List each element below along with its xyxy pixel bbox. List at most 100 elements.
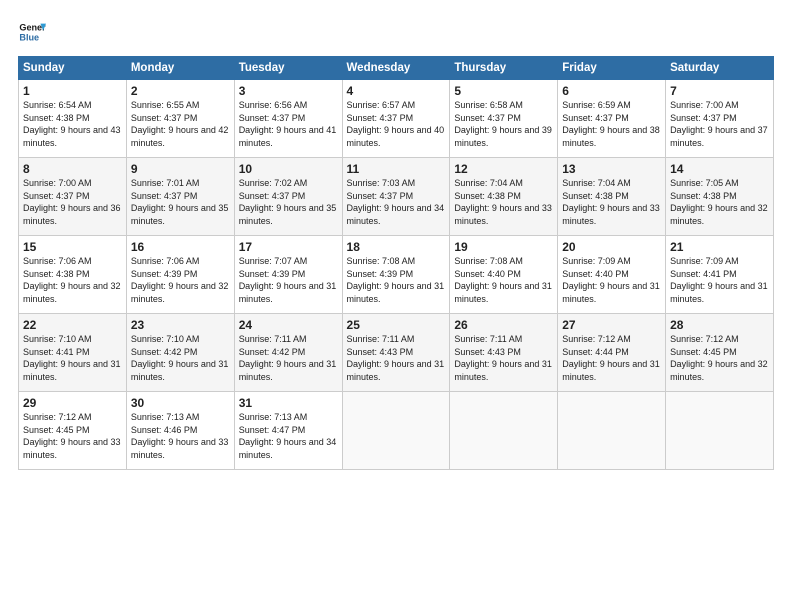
day-number: 13 bbox=[562, 162, 661, 176]
day-number: 27 bbox=[562, 318, 661, 332]
cell-info: Sunrise: 7:13 AMSunset: 4:46 PMDaylight:… bbox=[131, 411, 230, 461]
day-number: 25 bbox=[347, 318, 446, 332]
day-number: 2 bbox=[131, 84, 230, 98]
calendar-body: 1Sunrise: 6:54 AMSunset: 4:38 PMDaylight… bbox=[19, 80, 774, 470]
cell-info: Sunrise: 7:13 AMSunset: 4:47 PMDaylight:… bbox=[239, 411, 338, 461]
calendar-cell: 14Sunrise: 7:05 AMSunset: 4:38 PMDayligh… bbox=[666, 158, 774, 236]
calendar-cell: 15Sunrise: 7:06 AMSunset: 4:38 PMDayligh… bbox=[19, 236, 127, 314]
cell-info: Sunrise: 7:04 AMSunset: 4:38 PMDaylight:… bbox=[454, 177, 553, 227]
cell-info: Sunrise: 7:09 AMSunset: 4:41 PMDaylight:… bbox=[670, 255, 769, 305]
calendar-row-4: 22Sunrise: 7:10 AMSunset: 4:41 PMDayligh… bbox=[19, 314, 774, 392]
cell-info: Sunrise: 7:12 AMSunset: 4:44 PMDaylight:… bbox=[562, 333, 661, 383]
day-number: 22 bbox=[23, 318, 122, 332]
calendar-header-row: SundayMondayTuesdayWednesdayThursdayFrid… bbox=[19, 57, 774, 80]
day-number: 16 bbox=[131, 240, 230, 254]
calendar-cell: 13Sunrise: 7:04 AMSunset: 4:38 PMDayligh… bbox=[558, 158, 666, 236]
day-number: 21 bbox=[670, 240, 769, 254]
day-number: 8 bbox=[23, 162, 122, 176]
calendar-cell: 23Sunrise: 7:10 AMSunset: 4:42 PMDayligh… bbox=[126, 314, 234, 392]
cell-info: Sunrise: 7:01 AMSunset: 4:37 PMDaylight:… bbox=[131, 177, 230, 227]
calendar-cell: 4Sunrise: 6:57 AMSunset: 4:37 PMDaylight… bbox=[342, 80, 450, 158]
cell-info: Sunrise: 7:04 AMSunset: 4:38 PMDaylight:… bbox=[562, 177, 661, 227]
cell-info: Sunrise: 7:09 AMSunset: 4:40 PMDaylight:… bbox=[562, 255, 661, 305]
cell-info: Sunrise: 6:58 AMSunset: 4:37 PMDaylight:… bbox=[454, 99, 553, 149]
header-tuesday: Tuesday bbox=[234, 57, 342, 80]
page-header: General Blue bbox=[18, 18, 774, 46]
cell-info: Sunrise: 7:10 AMSunset: 4:42 PMDaylight:… bbox=[131, 333, 230, 383]
day-number: 20 bbox=[562, 240, 661, 254]
calendar-cell: 11Sunrise: 7:03 AMSunset: 4:37 PMDayligh… bbox=[342, 158, 450, 236]
calendar-cell: 28Sunrise: 7:12 AMSunset: 4:45 PMDayligh… bbox=[666, 314, 774, 392]
calendar-cell bbox=[342, 392, 450, 470]
calendar-row-1: 1Sunrise: 6:54 AMSunset: 4:38 PMDaylight… bbox=[19, 80, 774, 158]
calendar-row-5: 29Sunrise: 7:12 AMSunset: 4:45 PMDayligh… bbox=[19, 392, 774, 470]
cell-info: Sunrise: 7:02 AMSunset: 4:37 PMDaylight:… bbox=[239, 177, 338, 227]
calendar-cell: 22Sunrise: 7:10 AMSunset: 4:41 PMDayligh… bbox=[19, 314, 127, 392]
header-sunday: Sunday bbox=[19, 57, 127, 80]
calendar-cell: 6Sunrise: 6:59 AMSunset: 4:37 PMDaylight… bbox=[558, 80, 666, 158]
calendar-cell: 18Sunrise: 7:08 AMSunset: 4:39 PMDayligh… bbox=[342, 236, 450, 314]
calendar-cell: 29Sunrise: 7:12 AMSunset: 4:45 PMDayligh… bbox=[19, 392, 127, 470]
day-number: 3 bbox=[239, 84, 338, 98]
calendar-cell bbox=[666, 392, 774, 470]
calendar-cell: 7Sunrise: 7:00 AMSunset: 4:37 PMDaylight… bbox=[666, 80, 774, 158]
day-number: 4 bbox=[347, 84, 446, 98]
cell-info: Sunrise: 6:57 AMSunset: 4:37 PMDaylight:… bbox=[347, 99, 446, 149]
calendar-cell: 21Sunrise: 7:09 AMSunset: 4:41 PMDayligh… bbox=[666, 236, 774, 314]
logo-icon: General Blue bbox=[18, 18, 46, 46]
day-number: 12 bbox=[454, 162, 553, 176]
cell-info: Sunrise: 7:06 AMSunset: 4:38 PMDaylight:… bbox=[23, 255, 122, 305]
calendar-cell: 2Sunrise: 6:55 AMSunset: 4:37 PMDaylight… bbox=[126, 80, 234, 158]
calendar-cell: 12Sunrise: 7:04 AMSunset: 4:38 PMDayligh… bbox=[450, 158, 558, 236]
cell-info: Sunrise: 7:10 AMSunset: 4:41 PMDaylight:… bbox=[23, 333, 122, 383]
day-number: 7 bbox=[670, 84, 769, 98]
day-number: 19 bbox=[454, 240, 553, 254]
calendar-cell: 16Sunrise: 7:06 AMSunset: 4:39 PMDayligh… bbox=[126, 236, 234, 314]
day-number: 18 bbox=[347, 240, 446, 254]
day-number: 30 bbox=[131, 396, 230, 410]
cell-info: Sunrise: 7:05 AMSunset: 4:38 PMDaylight:… bbox=[670, 177, 769, 227]
cell-info: Sunrise: 7:11 AMSunset: 4:43 PMDaylight:… bbox=[347, 333, 446, 383]
day-number: 17 bbox=[239, 240, 338, 254]
header-wednesday: Wednesday bbox=[342, 57, 450, 80]
calendar-cell bbox=[450, 392, 558, 470]
day-number: 31 bbox=[239, 396, 338, 410]
cell-info: Sunrise: 7:00 AMSunset: 4:37 PMDaylight:… bbox=[23, 177, 122, 227]
calendar-row-2: 8Sunrise: 7:00 AMSunset: 4:37 PMDaylight… bbox=[19, 158, 774, 236]
day-number: 6 bbox=[562, 84, 661, 98]
cell-info: Sunrise: 7:12 AMSunset: 4:45 PMDaylight:… bbox=[670, 333, 769, 383]
day-number: 9 bbox=[131, 162, 230, 176]
calendar-table: SundayMondayTuesdayWednesdayThursdayFrid… bbox=[18, 56, 774, 470]
cell-info: Sunrise: 6:59 AMSunset: 4:37 PMDaylight:… bbox=[562, 99, 661, 149]
day-number: 29 bbox=[23, 396, 122, 410]
cell-info: Sunrise: 7:00 AMSunset: 4:37 PMDaylight:… bbox=[670, 99, 769, 149]
day-number: 11 bbox=[347, 162, 446, 176]
calendar-cell: 31Sunrise: 7:13 AMSunset: 4:47 PMDayligh… bbox=[234, 392, 342, 470]
header-saturday: Saturday bbox=[666, 57, 774, 80]
day-number: 26 bbox=[454, 318, 553, 332]
cell-info: Sunrise: 7:07 AMSunset: 4:39 PMDaylight:… bbox=[239, 255, 338, 305]
cell-info: Sunrise: 7:03 AMSunset: 4:37 PMDaylight:… bbox=[347, 177, 446, 227]
calendar-cell: 9Sunrise: 7:01 AMSunset: 4:37 PMDaylight… bbox=[126, 158, 234, 236]
logo: General Blue bbox=[18, 18, 46, 46]
day-number: 10 bbox=[239, 162, 338, 176]
cell-info: Sunrise: 7:08 AMSunset: 4:39 PMDaylight:… bbox=[347, 255, 446, 305]
cell-info: Sunrise: 7:06 AMSunset: 4:39 PMDaylight:… bbox=[131, 255, 230, 305]
calendar-cell: 26Sunrise: 7:11 AMSunset: 4:43 PMDayligh… bbox=[450, 314, 558, 392]
header-thursday: Thursday bbox=[450, 57, 558, 80]
day-number: 14 bbox=[670, 162, 769, 176]
cell-info: Sunrise: 6:55 AMSunset: 4:37 PMDaylight:… bbox=[131, 99, 230, 149]
calendar-cell: 20Sunrise: 7:09 AMSunset: 4:40 PMDayligh… bbox=[558, 236, 666, 314]
cell-info: Sunrise: 7:08 AMSunset: 4:40 PMDaylight:… bbox=[454, 255, 553, 305]
cell-info: Sunrise: 6:56 AMSunset: 4:37 PMDaylight:… bbox=[239, 99, 338, 149]
day-number: 5 bbox=[454, 84, 553, 98]
calendar-row-3: 15Sunrise: 7:06 AMSunset: 4:38 PMDayligh… bbox=[19, 236, 774, 314]
header-friday: Friday bbox=[558, 57, 666, 80]
day-number: 15 bbox=[23, 240, 122, 254]
calendar-cell: 17Sunrise: 7:07 AMSunset: 4:39 PMDayligh… bbox=[234, 236, 342, 314]
calendar-cell: 3Sunrise: 6:56 AMSunset: 4:37 PMDaylight… bbox=[234, 80, 342, 158]
cell-info: Sunrise: 7:11 AMSunset: 4:43 PMDaylight:… bbox=[454, 333, 553, 383]
header-monday: Monday bbox=[126, 57, 234, 80]
calendar-cell bbox=[558, 392, 666, 470]
calendar-cell: 30Sunrise: 7:13 AMSunset: 4:46 PMDayligh… bbox=[126, 392, 234, 470]
